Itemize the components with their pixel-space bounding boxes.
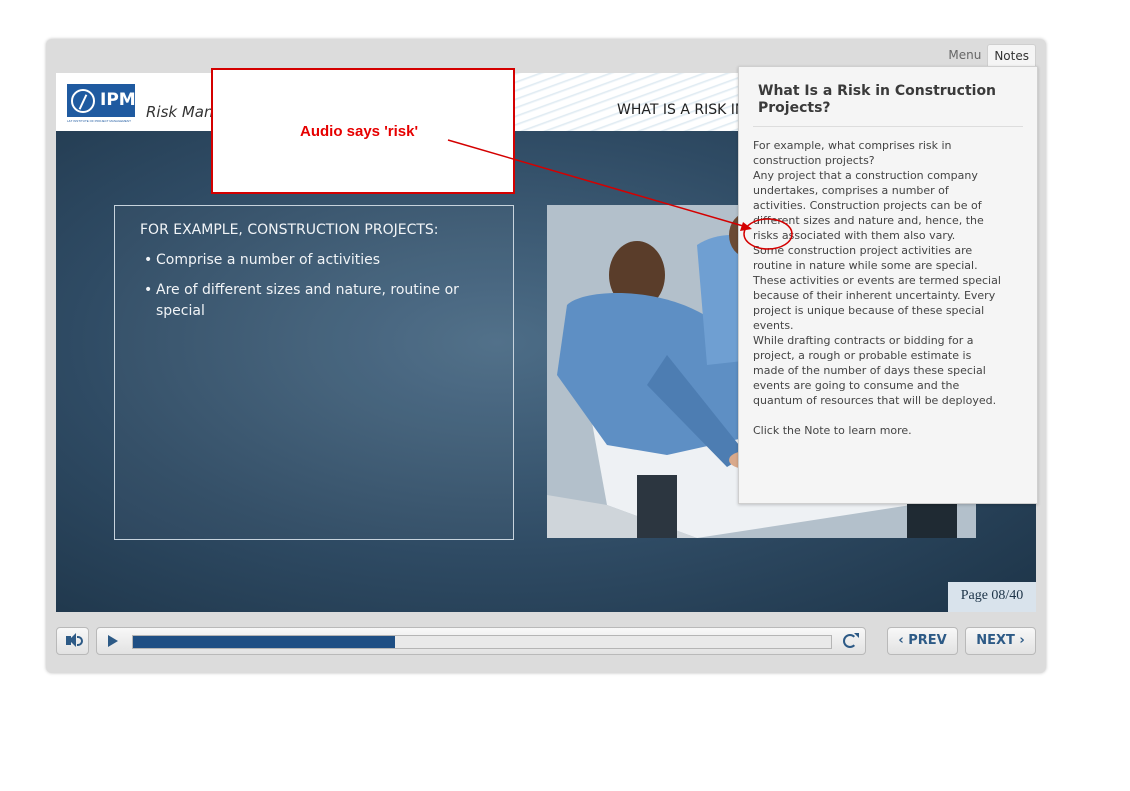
tab-notes[interactable]: Notes (987, 44, 1036, 66)
progress-fill (133, 636, 395, 648)
lt-logo-icon (71, 89, 95, 113)
slide-title: WHAT IS A RISK IN CONSTRUCTION PROJECTS? (617, 102, 747, 118)
notes-paragraph: While drafting contracts or bidding for … (753, 334, 997, 407)
next-label: NEXT (976, 633, 1015, 648)
notes-footer: Click the Note to learn more. (753, 424, 912, 437)
notes-paragraph: Any project that a construction company … (753, 169, 984, 242)
logo-text: IPM (100, 90, 136, 110)
content-text-box: FOR EXAMPLE, CONSTRUCTION PROJECTS: Comp… (114, 205, 514, 540)
divider (753, 126, 1023, 127)
bullet-item: Comprise a number of activities (144, 250, 484, 271)
progress-bar[interactable] (132, 635, 832, 649)
content-bullet-list: Comprise a number of activities Are of d… (144, 250, 484, 331)
notes-paragraph: Some construction project activities are… (753, 244, 1001, 332)
notes-title: What Is a Risk in Construction Projects? (758, 83, 997, 116)
player-controls: ‹ PREV NEXT › (46, 621, 1046, 661)
notes-body: For example, what comprises risk in cons… (753, 138, 1003, 438)
course-title: Risk Management (146, 103, 216, 121)
page-counter: Page 08/40 (948, 582, 1036, 612)
playback-bar (96, 627, 866, 655)
notes-panel[interactable]: What Is a Risk in Construction Projects?… (738, 66, 1038, 504)
player-tabs: Menu Notes (942, 44, 1036, 66)
bullet-item: Are of different sizes and nature, routi… (144, 280, 484, 322)
callout-text: Audio says 'risk' (300, 123, 419, 140)
play-icon[interactable] (108, 635, 118, 647)
ipm-logo: IPM L&T INSTITUTE OF PROJECT MANAGEMENT (67, 84, 137, 124)
volume-button[interactable] (56, 627, 89, 655)
logo-subtext: L&T INSTITUTE OF PROJECT MANAGEMENT (67, 119, 131, 123)
notes-paragraph: For example, what comprises risk in cons… (753, 139, 952, 167)
speaker-icon (66, 633, 76, 647)
next-button[interactable]: NEXT › (965, 627, 1036, 655)
chevron-left-icon: ‹ (898, 633, 904, 648)
replay-icon[interactable] (843, 633, 859, 648)
prev-label: PREV (908, 633, 947, 648)
tab-menu[interactable]: Menu (942, 44, 987, 66)
prev-button[interactable]: ‹ PREV (887, 627, 958, 655)
chevron-right-icon: › (1019, 633, 1025, 648)
annotation-callout: Audio says 'risk' (211, 68, 515, 194)
content-heading: FOR EXAMPLE, CONSTRUCTION PROJECTS: (140, 222, 439, 238)
